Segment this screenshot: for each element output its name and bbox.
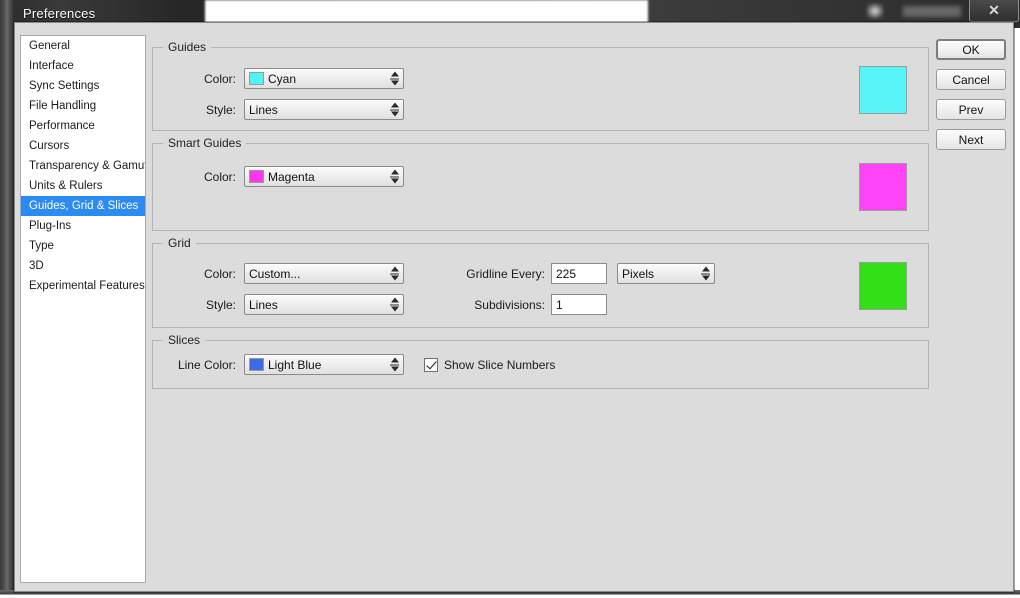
background-blurred-icon [866,3,884,19]
chevron-updown-icon[interactable] [390,266,399,281]
slices-line-color-dropdown[interactable]: Light Blue [244,354,404,375]
grid-color-preview [859,262,907,310]
dialog-title: Preferences [23,6,96,21]
guides-style-value: Lines [249,102,278,117]
slices-group-legend: Slices [163,333,206,347]
slices-line-color-swatch [249,358,264,371]
grid-style-row: Style: Lines [168,294,404,315]
sidebar-item-general[interactable]: General [21,36,145,56]
ok-button[interactable]: OK [936,39,1006,60]
guides-color-value: Cyan [268,71,297,86]
guides-style-dropdown[interactable]: Lines [244,99,404,120]
subdivisions-input[interactable]: 1 [551,294,607,315]
chevron-updown-icon[interactable] [390,169,399,184]
gridline-units-dropdown[interactable]: Pixels [617,263,715,284]
guides-color-swatch [249,72,264,85]
guides-color-preview [859,66,907,114]
guides-group-legend: Guides [163,40,212,54]
smart-guides-color-row: Color: Magenta [168,166,404,187]
chevron-updown-icon[interactable] [390,102,399,117]
smart-guides-color-value: Magenta [268,169,315,184]
show-slice-numbers-label: Show Slice Numbers [444,357,556,372]
close-icon[interactable]: ✕ [969,0,1019,22]
sidebar-item-file-handling[interactable]: File Handling [21,96,145,116]
guides-style-label: Style: [205,102,236,117]
chevron-updown-icon[interactable] [701,266,710,281]
guides-group: Guides Color: Cyan Style: Lines [152,40,929,131]
grid-color-row: Color: Custom... [168,263,404,284]
background-blurred-label [903,6,961,17]
subdivisions-label: Subdivisions: [474,297,545,312]
gridline-units-value: Pixels [622,266,655,281]
slices-line-color-value: Light Blue [268,357,322,372]
slices-group: Slices Line Color: Light Blue Show Slice… [152,333,929,389]
guides-color-dropdown[interactable]: Cyan [244,68,404,89]
sidebar-item-guides-grid-slices[interactable]: Guides, Grid & Slices [21,196,145,216]
sidebar-item-3d[interactable]: 3D [21,256,145,276]
guides-color-label: Color: [203,71,236,86]
smart-guides-color-label: Color: [203,169,236,184]
smart-guides-color-dropdown[interactable]: Magenta [244,166,404,187]
show-slice-numbers-checkbox[interactable]: Show Slice Numbers [424,357,556,372]
grid-style-dropdown[interactable]: Lines [244,294,404,315]
smart-guides-group-legend: Smart Guides [163,136,247,150]
sidebar-item-interface[interactable]: Interface [21,56,145,76]
grid-color-value: Custom... [249,266,301,281]
gridline-every-label: Gridline Every: [466,266,545,281]
background-window-left-edge [0,0,14,598]
grid-group-legend: Grid [163,236,196,250]
sidebar-item-performance[interactable]: Performance [21,116,145,136]
smart-guides-color-swatch [249,170,264,183]
smart-guides-color-preview [859,163,907,211]
grid-color-label: Color: [203,266,236,281]
slices-line-color-label: Line Color: [177,357,236,372]
grid-group: Grid Color: Custom... Style: Lines Gridl… [152,236,929,328]
sidebar-item-plug-ins[interactable]: Plug-Ins [21,216,145,236]
preferences-dialog: Preferences General Interface Sync Setti… [14,6,1014,592]
cancel-button[interactable]: Cancel [936,69,1006,90]
grid-style-value: Lines [249,297,278,312]
chevron-updown-icon[interactable] [390,297,399,312]
chevron-updown-icon[interactable] [390,357,399,372]
sidebar-item-cursors[interactable]: Cursors [21,136,145,156]
sidebar-item-sync-settings[interactable]: Sync Settings [21,76,145,96]
subdivisions-row: Subdivisions: 1 [453,294,607,315]
grid-color-dropdown[interactable]: Custom... [244,263,404,284]
next-button[interactable]: Next [936,129,1006,150]
smart-guides-group: Smart Guides Color: Magenta [152,136,929,231]
gridline-every-row: Gridline Every: 225 Pixels [453,263,715,284]
checkmark-icon[interactable] [424,357,438,372]
sidebar-item-transparency-gamut[interactable]: Transparency & Gamut [21,156,145,176]
preferences-category-list[interactable]: General Interface Sync Settings File Han… [20,35,146,583]
guides-style-row: Style: Lines [168,99,404,120]
guides-color-row: Color: Cyan [168,68,404,89]
grid-style-label: Style: [205,297,236,312]
gridline-every-input[interactable]: 225 [551,263,607,284]
sidebar-item-units-rulers[interactable]: Units & Rulers [21,176,145,196]
chevron-updown-icon[interactable] [390,71,399,86]
slices-line-color-row: Line Color: Light Blue Show Slice Number… [161,354,555,375]
sidebar-item-experimental-features[interactable]: Experimental Features [21,276,145,296]
sidebar-item-type[interactable]: Type [21,236,145,256]
prev-button[interactable]: Prev [936,99,1006,120]
